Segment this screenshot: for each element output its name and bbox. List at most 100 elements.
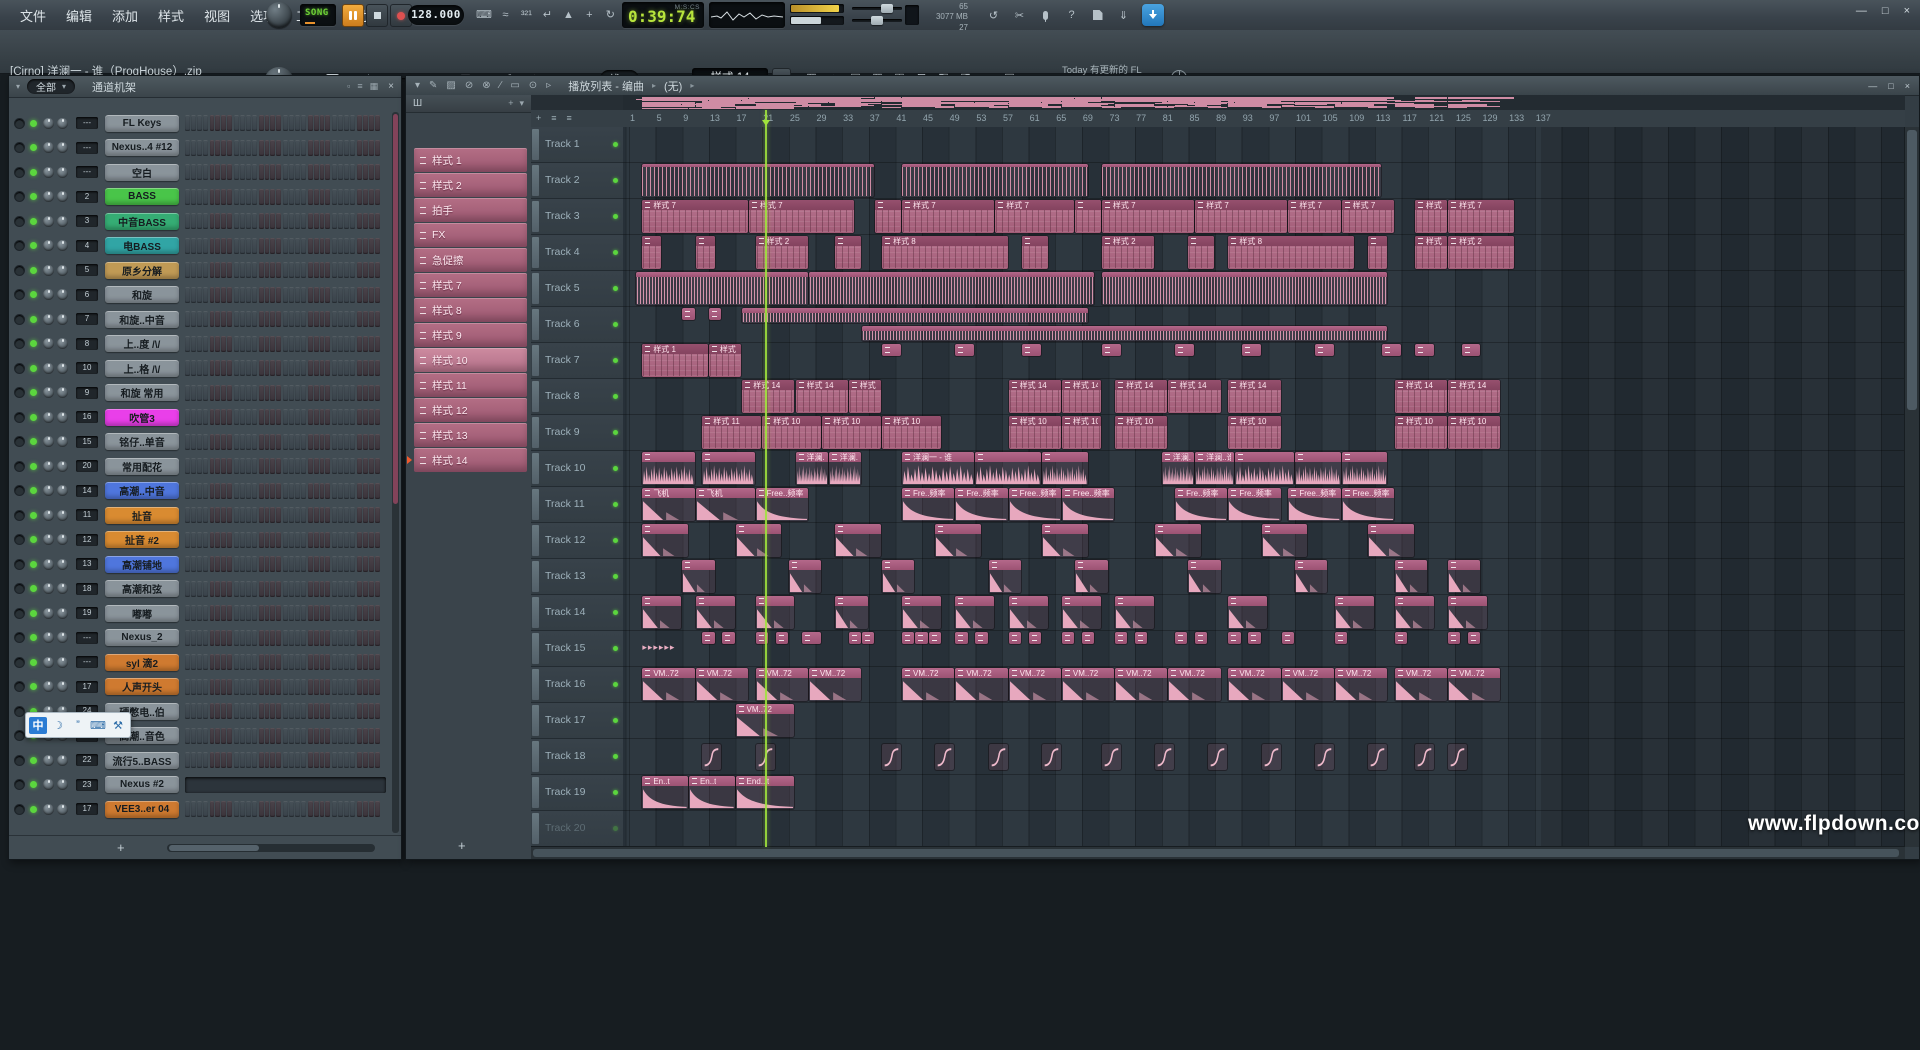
step-cell[interactable]: [215, 703, 220, 719]
step-cell[interactable]: [246, 605, 251, 621]
step-cell[interactable]: [357, 728, 362, 744]
audio-clip[interactable]: [975, 452, 1041, 485]
step-cell[interactable]: [375, 434, 380, 450]
pattern-clip[interactable]: 样式 9: [709, 344, 741, 377]
channel-button[interactable]: 流行5..BASS: [105, 752, 179, 769]
pan-knob[interactable]: [43, 265, 54, 276]
step-cell[interactable]: [210, 311, 215, 327]
step-cell[interactable]: [363, 213, 368, 229]
step-cell[interactable]: [240, 703, 245, 719]
step-cell[interactable]: [240, 409, 245, 425]
step-cell[interactable]: [227, 752, 232, 768]
step-cell[interactable]: [314, 360, 319, 376]
step-cell[interactable]: [363, 458, 368, 474]
pan-knob[interactable]: [43, 387, 54, 398]
oscilloscope-display[interactable]: [709, 2, 785, 28]
step-cell[interactable]: [252, 115, 257, 131]
pattern-clip[interactable]: [1175, 344, 1194, 356]
volume-knob[interactable]: [57, 510, 68, 521]
menu-item[interactable]: 视图: [196, 6, 238, 25]
step-cell[interactable]: [338, 532, 343, 548]
countdown-icon[interactable]: ³²¹: [519, 6, 534, 23]
step-cell[interactable]: [338, 336, 343, 352]
step-cell[interactable]: [203, 213, 208, 229]
step-cell[interactable]: [332, 238, 337, 254]
step-cell[interactable]: [210, 336, 215, 352]
step-cell[interactable]: [369, 311, 374, 327]
step-cell[interactable]: [270, 311, 275, 327]
menu-item[interactable]: 添加: [104, 6, 146, 25]
pattern-clip[interactable]: 样式 10: [1228, 416, 1280, 449]
step-cell[interactable]: [215, 581, 220, 597]
step-cell[interactable]: [332, 409, 337, 425]
channel-button[interactable]: syl 滴2: [105, 654, 179, 671]
step-cell[interactable]: [197, 458, 202, 474]
step-cell[interactable]: [221, 703, 226, 719]
step-cell[interactable]: [215, 140, 220, 156]
track-header[interactable]: Track 4: [531, 235, 623, 271]
step-cell[interactable]: [301, 262, 306, 278]
step-cell[interactable]: [197, 752, 202, 768]
pattern-item[interactable]: FX: [414, 223, 527, 247]
step-cell[interactable]: [295, 532, 300, 548]
step-cell[interactable]: [246, 434, 251, 450]
playlist-vscrollbar[interactable]: [1904, 127, 1919, 847]
step-cell[interactable]: [375, 556, 380, 572]
step-cell[interactable]: [259, 507, 264, 523]
step-cell[interactable]: [308, 728, 313, 744]
step-cell[interactable]: [301, 458, 306, 474]
pattern-clip[interactable]: [1468, 632, 1480, 644]
channel-mute-toggle[interactable]: [14, 779, 25, 790]
step-cell[interactable]: [375, 336, 380, 352]
audio-clip[interactable]: VM..72: [1115, 668, 1167, 701]
step-cell[interactable]: [197, 483, 202, 499]
pattern-clip[interactable]: 样式 14: [1228, 380, 1280, 413]
step-cell[interactable]: [338, 581, 343, 597]
step-cell[interactable]: [203, 385, 208, 401]
step-cell[interactable]: [325, 115, 330, 131]
step-cell[interactable]: [259, 801, 264, 817]
step-cell[interactable]: [308, 507, 313, 523]
step-cell[interactable]: [221, 483, 226, 499]
step-cell[interactable]: [259, 409, 264, 425]
step-cell[interactable]: [369, 801, 374, 817]
track-led[interactable]: [613, 214, 618, 219]
step-cell[interactable]: [350, 213, 355, 229]
step-cell[interactable]: [210, 556, 215, 572]
step-cell[interactable]: [332, 556, 337, 572]
audio-clip[interactable]: Fre..频率: [1175, 488, 1227, 521]
step-cell[interactable]: [338, 728, 343, 744]
close-button[interactable]: ×: [1904, 5, 1910, 17]
pan-knob[interactable]: [43, 485, 54, 496]
step-cell[interactable]: [197, 801, 202, 817]
channel-enable-led[interactable]: [30, 169, 37, 176]
audio-clip[interactable]: VM..72: [1062, 668, 1114, 701]
step-cell[interactable]: [301, 287, 306, 303]
step-cell[interactable]: [210, 605, 215, 621]
step-cell[interactable]: [191, 630, 196, 646]
step-cell[interactable]: [227, 115, 232, 131]
pattern-clip[interactable]: [1242, 344, 1261, 356]
volume-knob[interactable]: [57, 338, 68, 349]
pattern-clip[interactable]: 样式 10: [822, 416, 881, 449]
step-cell[interactable]: [320, 287, 325, 303]
step-cell[interactable]: [308, 581, 313, 597]
pan-knob[interactable]: [43, 216, 54, 227]
step-cell[interactable]: [325, 581, 330, 597]
step-cell[interactable]: [289, 654, 294, 670]
step-cell[interactable]: [270, 483, 275, 499]
step-cell[interactable]: [246, 189, 251, 205]
step-cell[interactable]: [283, 287, 288, 303]
step-cell[interactable]: [270, 458, 275, 474]
step-cell[interactable]: [295, 458, 300, 474]
step-cell[interactable]: [325, 801, 330, 817]
step-cell[interactable]: [240, 115, 245, 131]
step-cell[interactable]: [344, 532, 349, 548]
step-cell[interactable]: [375, 213, 380, 229]
step-cell[interactable]: [332, 262, 337, 278]
step-cell[interactable]: [320, 336, 325, 352]
pattern-clip[interactable]: [1082, 632, 1094, 644]
chevron-down-icon[interactable]: ▾: [16, 82, 20, 91]
step-cell[interactable]: [185, 213, 190, 229]
step-cell[interactable]: [265, 483, 270, 499]
